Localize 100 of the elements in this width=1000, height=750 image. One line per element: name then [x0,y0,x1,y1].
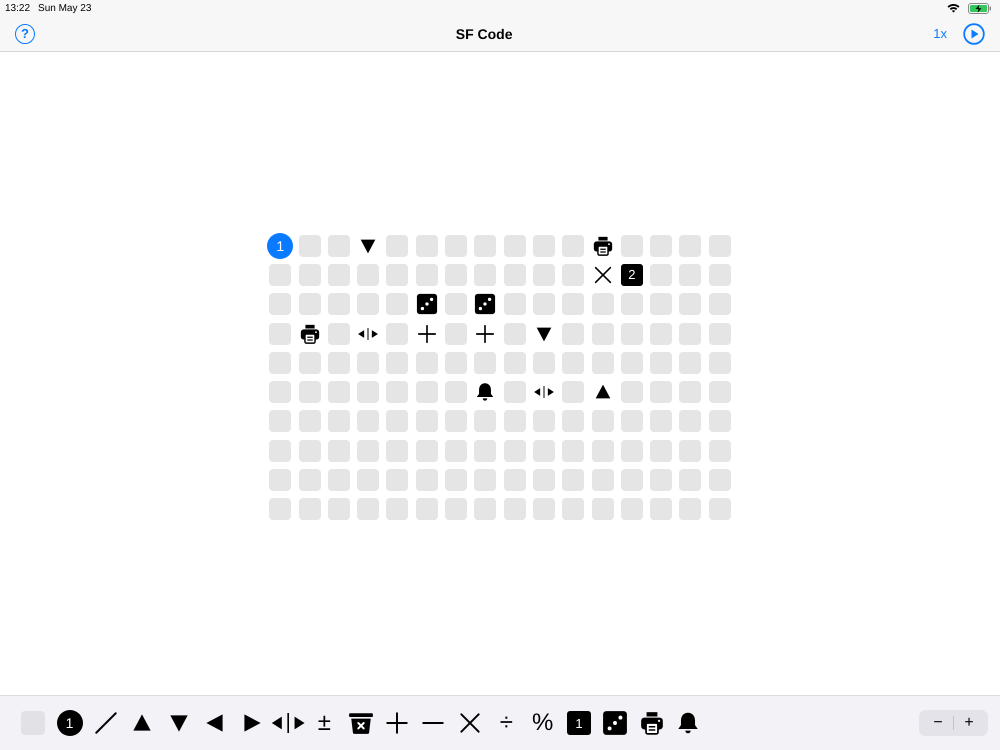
grid-cell[interactable] [620,381,643,404]
grid-cell[interactable] [474,352,496,374]
grid-cell[interactable] [592,410,614,432]
grid-cell[interactable] [298,264,321,286]
grid-cell[interactable] [328,440,350,462]
grid-cell[interactable] [504,234,526,257]
grid-cell[interactable] [269,410,292,432]
grid-cell[interactable] [269,381,292,404]
zoom-in-button[interactable]: + [954,710,984,736]
grid-cell[interactable] [298,440,321,462]
grid-cell[interactable] [357,293,380,316]
grid-cell[interactable] [532,234,555,257]
grid-cell[interactable] [708,440,731,462]
grid-cell[interactable] [269,352,292,374]
grid-cell[interactable] [562,410,584,432]
grid-cell[interactable] [416,498,438,520]
grid-cell[interactable] [445,234,468,257]
grid-cell[interactable] [679,410,702,432]
grid-cell[interactable] [562,322,584,345]
grid-cell[interactable] [562,498,584,520]
grid-cell[interactable] [620,234,643,257]
grid-cell[interactable] [679,234,702,257]
grid-cell[interactable] [445,264,468,286]
grid-cell[interactable] [386,381,408,404]
play-icon[interactable] [963,22,985,44]
number-tool[interactable]: 1 [567,711,592,735]
grid-cell[interactable] [504,469,526,492]
symbol-tool[interactable]: ± [318,711,331,735]
grid-cell[interactable] [532,293,555,316]
grid-cell[interactable] [708,322,731,345]
symbol-tool[interactable]: ÷ [500,711,513,735]
zoom-out-button[interactable]: − [923,710,953,736]
grid-cell[interactable] [562,440,584,462]
grid-cell[interactable] [386,352,408,374]
grid-cell[interactable] [445,440,468,462]
grid-cell[interactable] [269,440,292,462]
grid-cell[interactable] [532,440,555,462]
grid-cell[interactable] [504,352,526,374]
grid-cell[interactable] [620,352,643,374]
grid-cell[interactable] [298,410,321,432]
grid-cell[interactable] [298,469,321,492]
grid-cell[interactable] [416,410,438,432]
grid-cell[interactable] [357,498,380,520]
grid-cell[interactable] [532,469,555,492]
grid-cell[interactable] [708,264,731,286]
grid-cell[interactable] [650,498,672,520]
grid-cell[interactable] [445,293,468,316]
grid-cell[interactable] [532,264,555,286]
grid-cell[interactable] [620,440,643,462]
grid-cell[interactable] [269,498,292,520]
grid-cell[interactable] [474,440,496,462]
grid-cell[interactable] [620,410,643,432]
grid-cell[interactable] [328,469,350,492]
speed-button[interactable]: 1x [933,26,947,41]
grid-cell[interactable] [592,440,614,462]
printer-icon[interactable] [638,710,665,736]
grid-cell[interactable] [445,322,468,345]
grid-cell[interactable] [650,440,672,462]
grid-cell[interactable] [592,293,614,316]
grid-cell[interactable] [708,469,731,492]
grid-cell[interactable] [298,498,321,520]
grid-cell[interactable] [504,293,526,316]
plus-icon[interactable] [384,710,410,736]
grid-cell[interactable] [328,234,350,257]
split-triangles-icon[interactable] [270,710,306,736]
grid-cell[interactable] [504,322,526,345]
grid-cell[interactable] [474,410,496,432]
grid-cell[interactable] [562,469,584,492]
grid-cell[interactable] [474,234,496,257]
grid-cell[interactable] [532,498,555,520]
grid-cell[interactable] [562,264,584,286]
grid-cell[interactable] [679,381,702,404]
grid-cell[interactable] [328,352,350,374]
grid-cell[interactable] [679,322,702,345]
grid-cell[interactable] [679,264,702,286]
start-node[interactable]: 1 [267,232,294,259]
grid-cell[interactable] [504,440,526,462]
grid-cell[interactable] [298,293,321,316]
grid-cell[interactable] [679,498,702,520]
grid-cell[interactable] [708,498,731,520]
grid-cell[interactable] [679,469,702,492]
grid-cell[interactable] [269,293,292,316]
grid-cell[interactable] [474,264,496,286]
grid-cell[interactable] [532,352,555,374]
grid-cell[interactable] [708,381,731,404]
grid-cell[interactable] [386,469,408,492]
grid-cell[interactable] [592,498,614,520]
grid-cell[interactable] [620,498,643,520]
grid-cell[interactable] [445,410,468,432]
grid-cell[interactable] [620,469,643,492]
grid-cell[interactable] [386,264,408,286]
grid-cell[interactable] [504,264,526,286]
grid-cell[interactable] [445,381,468,404]
grid-cell[interactable] [328,264,350,286]
slash-icon[interactable] [92,710,119,736]
grid-cell[interactable] [416,352,438,374]
grid-cell[interactable] [328,322,350,345]
grid-cell[interactable] [679,293,702,316]
grid-cell[interactable] [416,234,438,257]
grid-cell[interactable] [416,469,438,492]
